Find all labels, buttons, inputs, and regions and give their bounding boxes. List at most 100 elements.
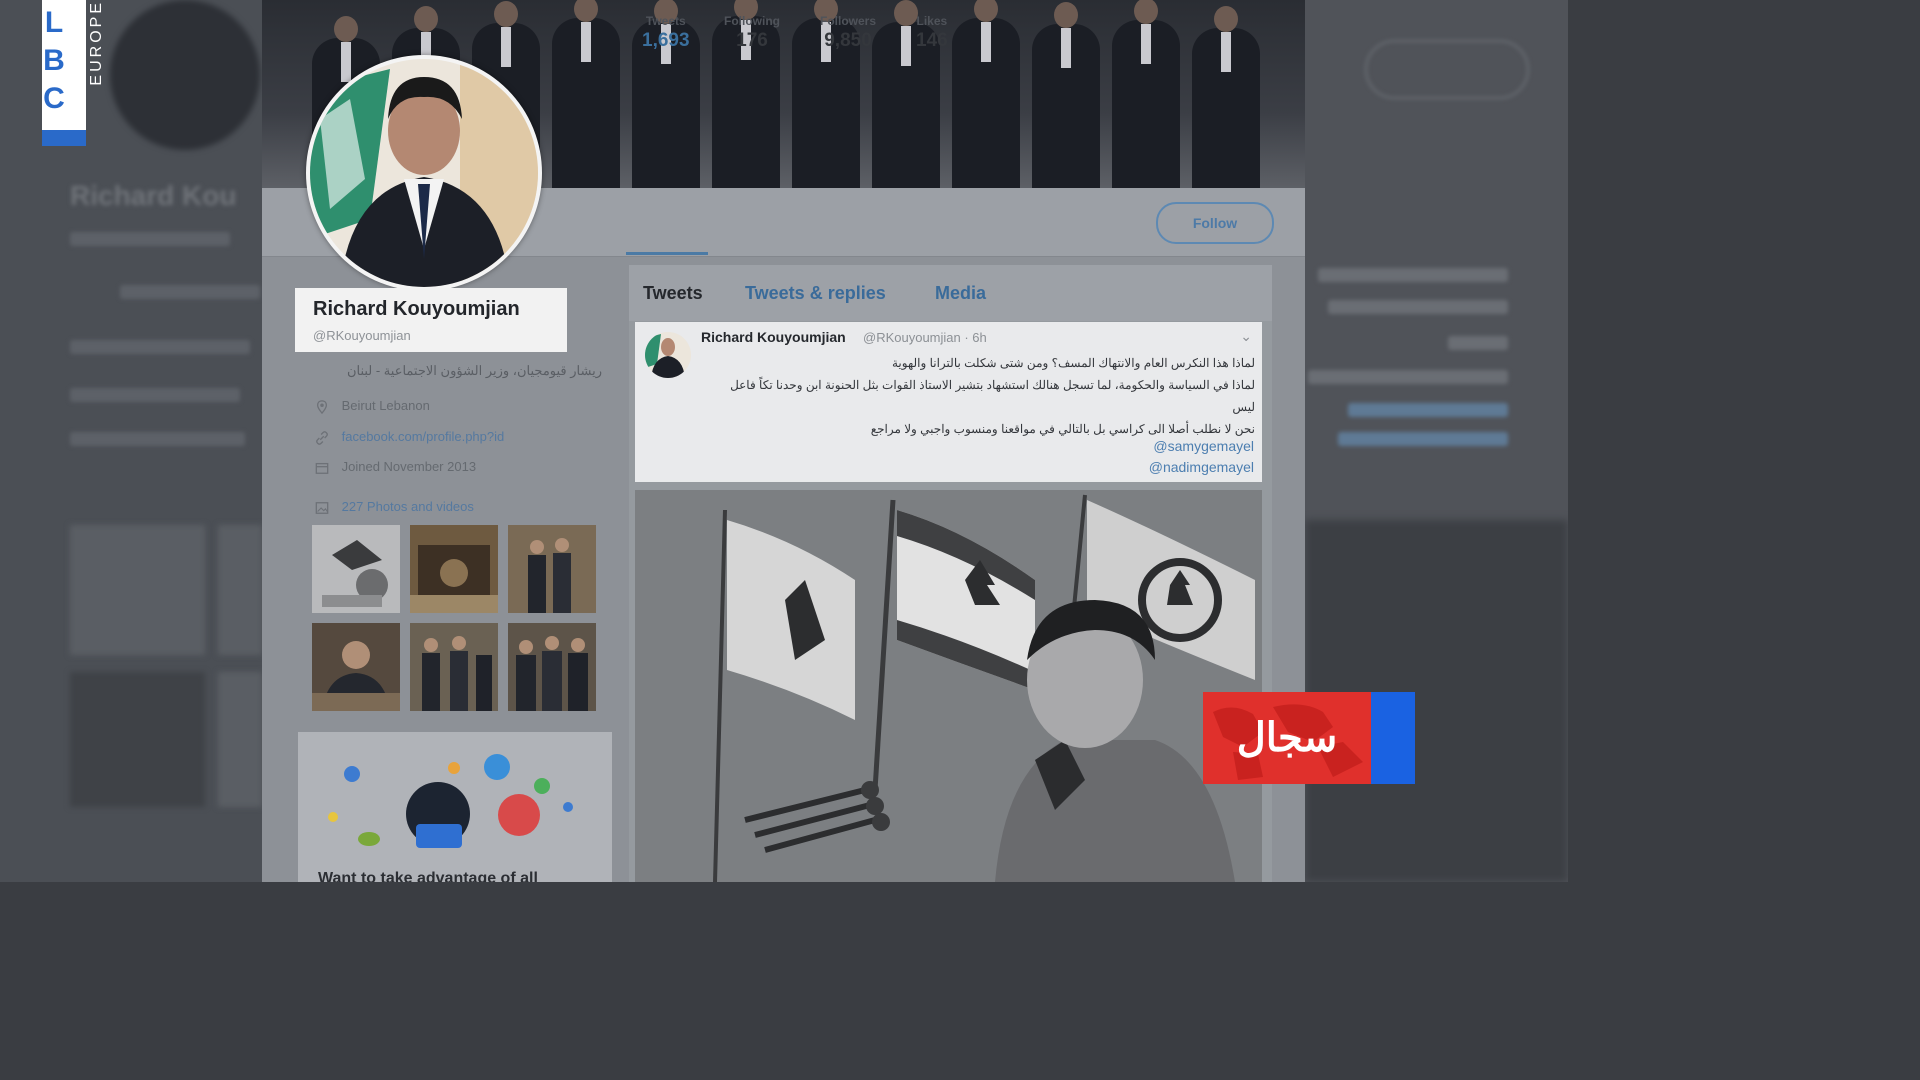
ghost-line [1448,336,1508,350]
thumbnail-image [508,623,596,711]
tab-tweets-replies[interactable]: Tweets & replies [745,283,886,304]
banner-figure [1192,6,1260,188]
ghost-photo [218,672,262,807]
background-left-blur: Richard Kou [0,0,262,882]
program-badge-blue [1371,692,1415,784]
link-icon [316,430,328,445]
program-badge: سجال [1203,692,1415,784]
timeline-tabs: Tweets Tweets & replies Media [629,265,1272,321]
tweet-line: لماذا في السياسة والحكومة، لما تسجل هنال… [730,378,1255,392]
program-badge-text: سجال [1236,716,1338,760]
stat-value: 176 [736,30,768,51]
stat-label: Tweets [645,14,686,28]
banner-figure [1032,2,1100,188]
tab-tweets[interactable]: Tweets [643,283,703,304]
profile-joined: Joined November 2013 [314,459,476,475]
stat-value: 1,693 [642,30,690,51]
ghost-profile-name: Richard Kou [70,180,237,211]
banner-figure [552,0,620,188]
avatar-portrait [310,59,538,287]
thumbnail-image [410,525,498,613]
follow-button[interactable]: Follow [1156,202,1274,244]
ghost-photo [218,525,262,655]
ghost-line [70,432,245,446]
tweet-avatar[interactable] [645,332,691,378]
map-pin-icon [316,399,328,414]
twitter-profile-page: Tweets 1,693 Following 176 Followers 9,8… [262,0,1305,882]
decor-dot [498,794,540,836]
stat-value: 146 [916,30,948,51]
ghost-line [70,340,250,354]
tweet-line: لماذا هذا النكرس العام والانتهاك المسف؟ … [891,356,1255,370]
illustration-face [416,824,462,848]
photo-thumbnail[interactable] [410,525,498,613]
thumbnail-image [508,525,596,613]
joined-text: Joined November 2013 [341,459,477,474]
decor-dot [328,812,338,822]
photo-thumbnail[interactable] [312,623,400,711]
photo-thumbnail[interactable] [508,525,596,613]
stat-tweets[interactable]: Tweets 1,693 [642,14,690,52]
decor-dot [484,754,510,780]
promo-card[interactable]: Want to take advantage of all [298,732,612,882]
banner-figure [952,0,1020,188]
tweet-avatar-image [645,332,691,378]
profile-avatar[interactable] [306,55,542,291]
ghost-line [120,285,260,299]
ghost-line [1308,370,1508,384]
calendar-icon [315,462,329,474]
profile-bio: ريشار قيومجيان، وزير الشؤون الاجتماعية -… [346,363,602,378]
photo-thumbnail[interactable] [410,623,498,711]
stat-label: Following [724,14,780,28]
profile-name: Richard Kouyoumjian [313,298,520,320]
decor-dot [534,778,550,794]
ghost-line [1348,403,1508,417]
thumbnail-image [410,623,498,711]
profile-website[interactable]: facebook.com/profile.php?id [314,429,504,445]
chevron-down-icon[interactable]: ⌄ [1240,328,1252,345]
ghost-line [70,388,240,402]
stat-likes[interactable]: Likes 146 [916,14,948,52]
photos-label[interactable]: 227 Photos and videos [342,499,474,514]
banner-figure [1112,0,1180,188]
tweet-media-image[interactable] [635,490,1262,882]
profile-name-card: Richard Kouyoumjian @RKouyoumjian [295,288,567,352]
lbc-logo-stripe [42,130,86,146]
photos-videos-link[interactable]: 227 Photos and videos [314,499,474,515]
ghost-photo [70,525,205,655]
tweet-line: ليس [1232,400,1255,414]
lbc-europe-label: EUROPE [88,0,105,120]
tweet-mention[interactable]: @samygemayel [1153,438,1254,454]
timeline: Tweets Tweets & replies Media Richard Ko… [629,265,1272,882]
stat-label: Likes [916,14,948,28]
profile-handle: @RKouyoumjian [313,328,411,343]
stat-following[interactable]: Following 176 [724,14,780,52]
photo-thumbnail[interactable] [312,525,400,613]
tweet-text: لماذا هذا النكرس العام والانتهاك المسف؟ … [705,352,1255,440]
photo-thumbnail[interactable] [508,623,596,711]
tweet-card[interactable]: Richard Kouyoumjian @RKouyoumjian · 6h ⌄… [635,322,1262,482]
website-link[interactable]: facebook.com/profile.php?id [342,429,505,444]
ghost-line [1328,300,1508,314]
image-icon [315,501,329,514]
lbc-logo: LBC [42,0,86,146]
location-text: Beirut Lebanon [341,398,430,413]
promo-title: Want to take advantage of all [318,870,538,882]
profile-location: Beirut Lebanon [314,398,430,414]
decor-dot [448,762,460,774]
tweet-author[interactable]: Richard Kouyoumjian [701,329,846,345]
stat-followers[interactable]: Followers 9,850 [820,14,876,52]
thumbnail-image [312,525,400,613]
stat-label: Followers [820,14,877,28]
active-stat-underline [626,252,708,255]
stat-value: 9,850 [824,30,872,51]
tab-media[interactable]: Media [935,283,986,304]
ghost-photo [70,672,205,807]
decor-dot [563,802,573,812]
flags-photo [635,490,1262,882]
ghost-line [70,232,230,246]
decor-dot [344,766,360,782]
ghost-follow-button [1365,40,1529,99]
tweet-mention[interactable]: @nadimgemayel [1149,459,1254,475]
ghost-avatar [110,0,260,150]
